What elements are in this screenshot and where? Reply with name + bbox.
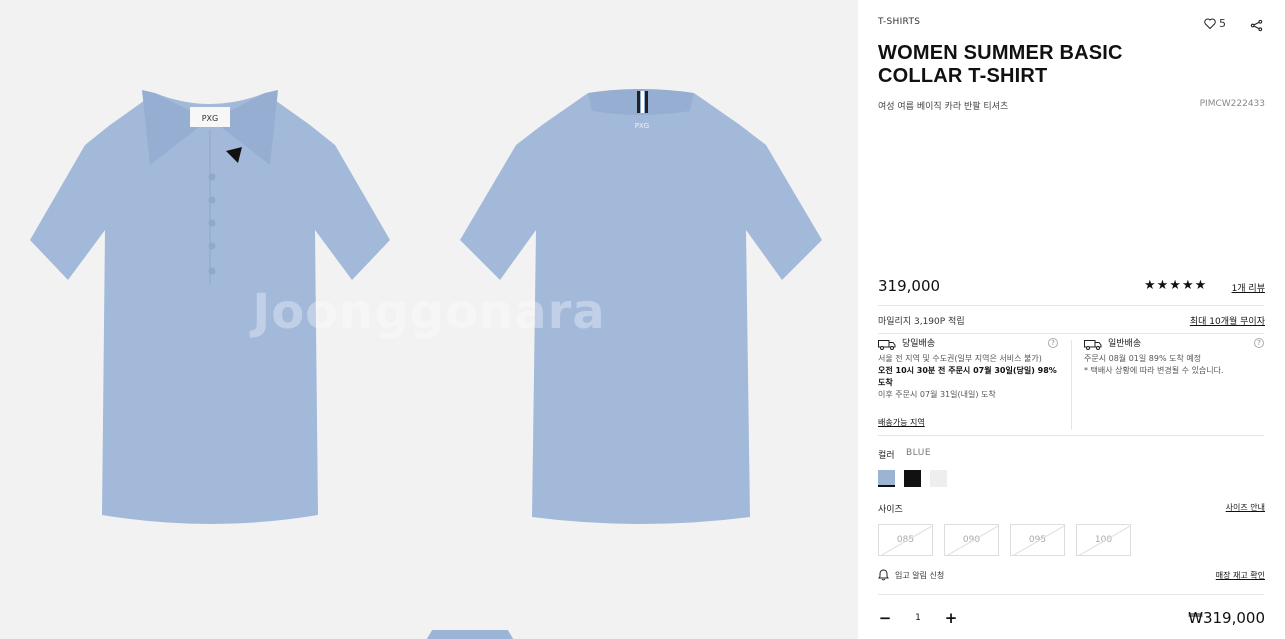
divider [878,305,1264,306]
product-subtitle: 여성 여름 베이직 카라 반팔 티셔츠 [878,102,1009,112]
product-detail-panel: T-SHIRTS 5 WOMEN SUMMER BASIC COLLAR T-S… [858,0,1285,639]
button-2 [208,196,216,204]
mileage-text: 마일리지 3,190P 적립 [878,317,965,327]
share-button[interactable] [1250,17,1263,36]
restock-notify-label: 입고 알림 신청 [895,570,945,580]
quantity-value[interactable]: 1 [915,613,921,623]
neck-stripe-dark-2 [645,91,648,113]
standard-line2: * 택배사 상황에 따라 변경될 수 있습니다. [1084,366,1224,375]
standard-shipping: 일반배송 주문시 08월 01일 89% 도착 예정 * 택배사 상황에 따라 … [1084,338,1264,377]
product-code: PIMCW222433 [1199,99,1265,109]
help-icon[interactable]: ? [1254,338,1264,348]
color-swatch-black[interactable] [904,470,921,487]
color-label: 컬러 [878,451,895,461]
like-button[interactable]: 5 [1204,17,1226,30]
heart-outline-icon [1204,18,1216,29]
color-selected-value: BLUE [906,448,932,458]
button-1 [208,173,216,181]
color-swatch-white[interactable] [930,470,947,487]
product-title-line2: COLLAR T-SHIRT [878,65,1048,87]
truck-icon [878,339,896,350]
size-guide-link[interactable]: 사이즈 안내 [1226,502,1265,513]
size-label: 사이즈 [878,505,903,515]
button-4 [208,242,216,250]
quantity-plus-button[interactable]: + [944,611,958,626]
size-option-085[interactable]: 085 [878,524,933,556]
back-logo: PXG [635,122,649,130]
standard-line1: 주문시 08월 01일 89% 도착 예정 [1084,354,1202,363]
installment-link[interactable]: 최대 10개월 무이자 [1190,314,1265,327]
next-image-thumbnail[interactable] [425,630,515,639]
store-stock-link[interactable]: 매장 재고 확인 [1216,570,1265,581]
standard-shipping-title: 일반배송 [1108,339,1142,349]
product-gallery[interactable]: PXG PXG Joonggonara [0,0,858,639]
neck-stripe-dark [637,91,640,113]
rating-stars: ★★★★★ [1144,278,1208,293]
help-icon[interactable]: ? [1048,338,1058,348]
neck-stripe-light [641,91,644,113]
quantity-stepper[interactable]: − 1 + [878,607,958,629]
size-option-090[interactable]: 090 [944,524,999,556]
button-5 [208,267,216,275]
product-title: WOMEN SUMMER BASIC COLLAR T-SHIRT [878,42,1178,88]
like-count: 5 [1219,17,1226,30]
size-option-095[interactable]: 095 [1010,524,1065,556]
truck-icon [1084,339,1102,350]
same-day-shipping: 당일배송 서울 전 지역 및 수도권(일부 지역은 서비스 불가) 오전 10시… [878,338,1063,401]
shipping-divider [1071,340,1072,430]
same-day-line2: 오전 10시 30분 전 주문시 07월 30일(당일) 98% 도착 [878,366,1057,387]
divider [878,435,1264,436]
same-day-shipping-title: 당일배송 [902,339,936,349]
review-link[interactable]: 1개 리뷰 [1232,281,1265,294]
bell-icon [878,569,889,581]
divider [878,594,1264,595]
color-swatch-blue[interactable] [878,470,895,487]
same-day-line1: 서울 전 지역 및 수도권(일부 지역은 서비스 불가) [878,354,1042,363]
same-day-shipping-head: 당일배송 [878,338,1063,350]
size-option-100[interactable]: 100 [1076,524,1131,556]
restock-notify-button[interactable]: 입고 알림 신청 [878,569,944,581]
same-day-line3: 이후 주문시 07월 31일(내일) 도착 [878,390,996,399]
category-label[interactable]: T-SHIRTS [878,17,920,27]
button-3 [208,219,216,227]
collar-tag-logo: PXG [202,114,219,123]
product-title-line1: WOMEN SUMMER BASIC [878,42,1123,64]
share-icon [1250,19,1263,32]
total-price: ₩319,000 [1188,609,1265,627]
divider [878,333,1264,334]
shipping-area-link[interactable]: 배송가능 지역 [878,417,925,428]
product-price: 319,000 [878,277,941,295]
standard-shipping-head: 일반배송 [1084,338,1264,350]
watermark: Joonggonara [252,284,606,340]
quantity-minus-button[interactable]: − [878,611,892,626]
